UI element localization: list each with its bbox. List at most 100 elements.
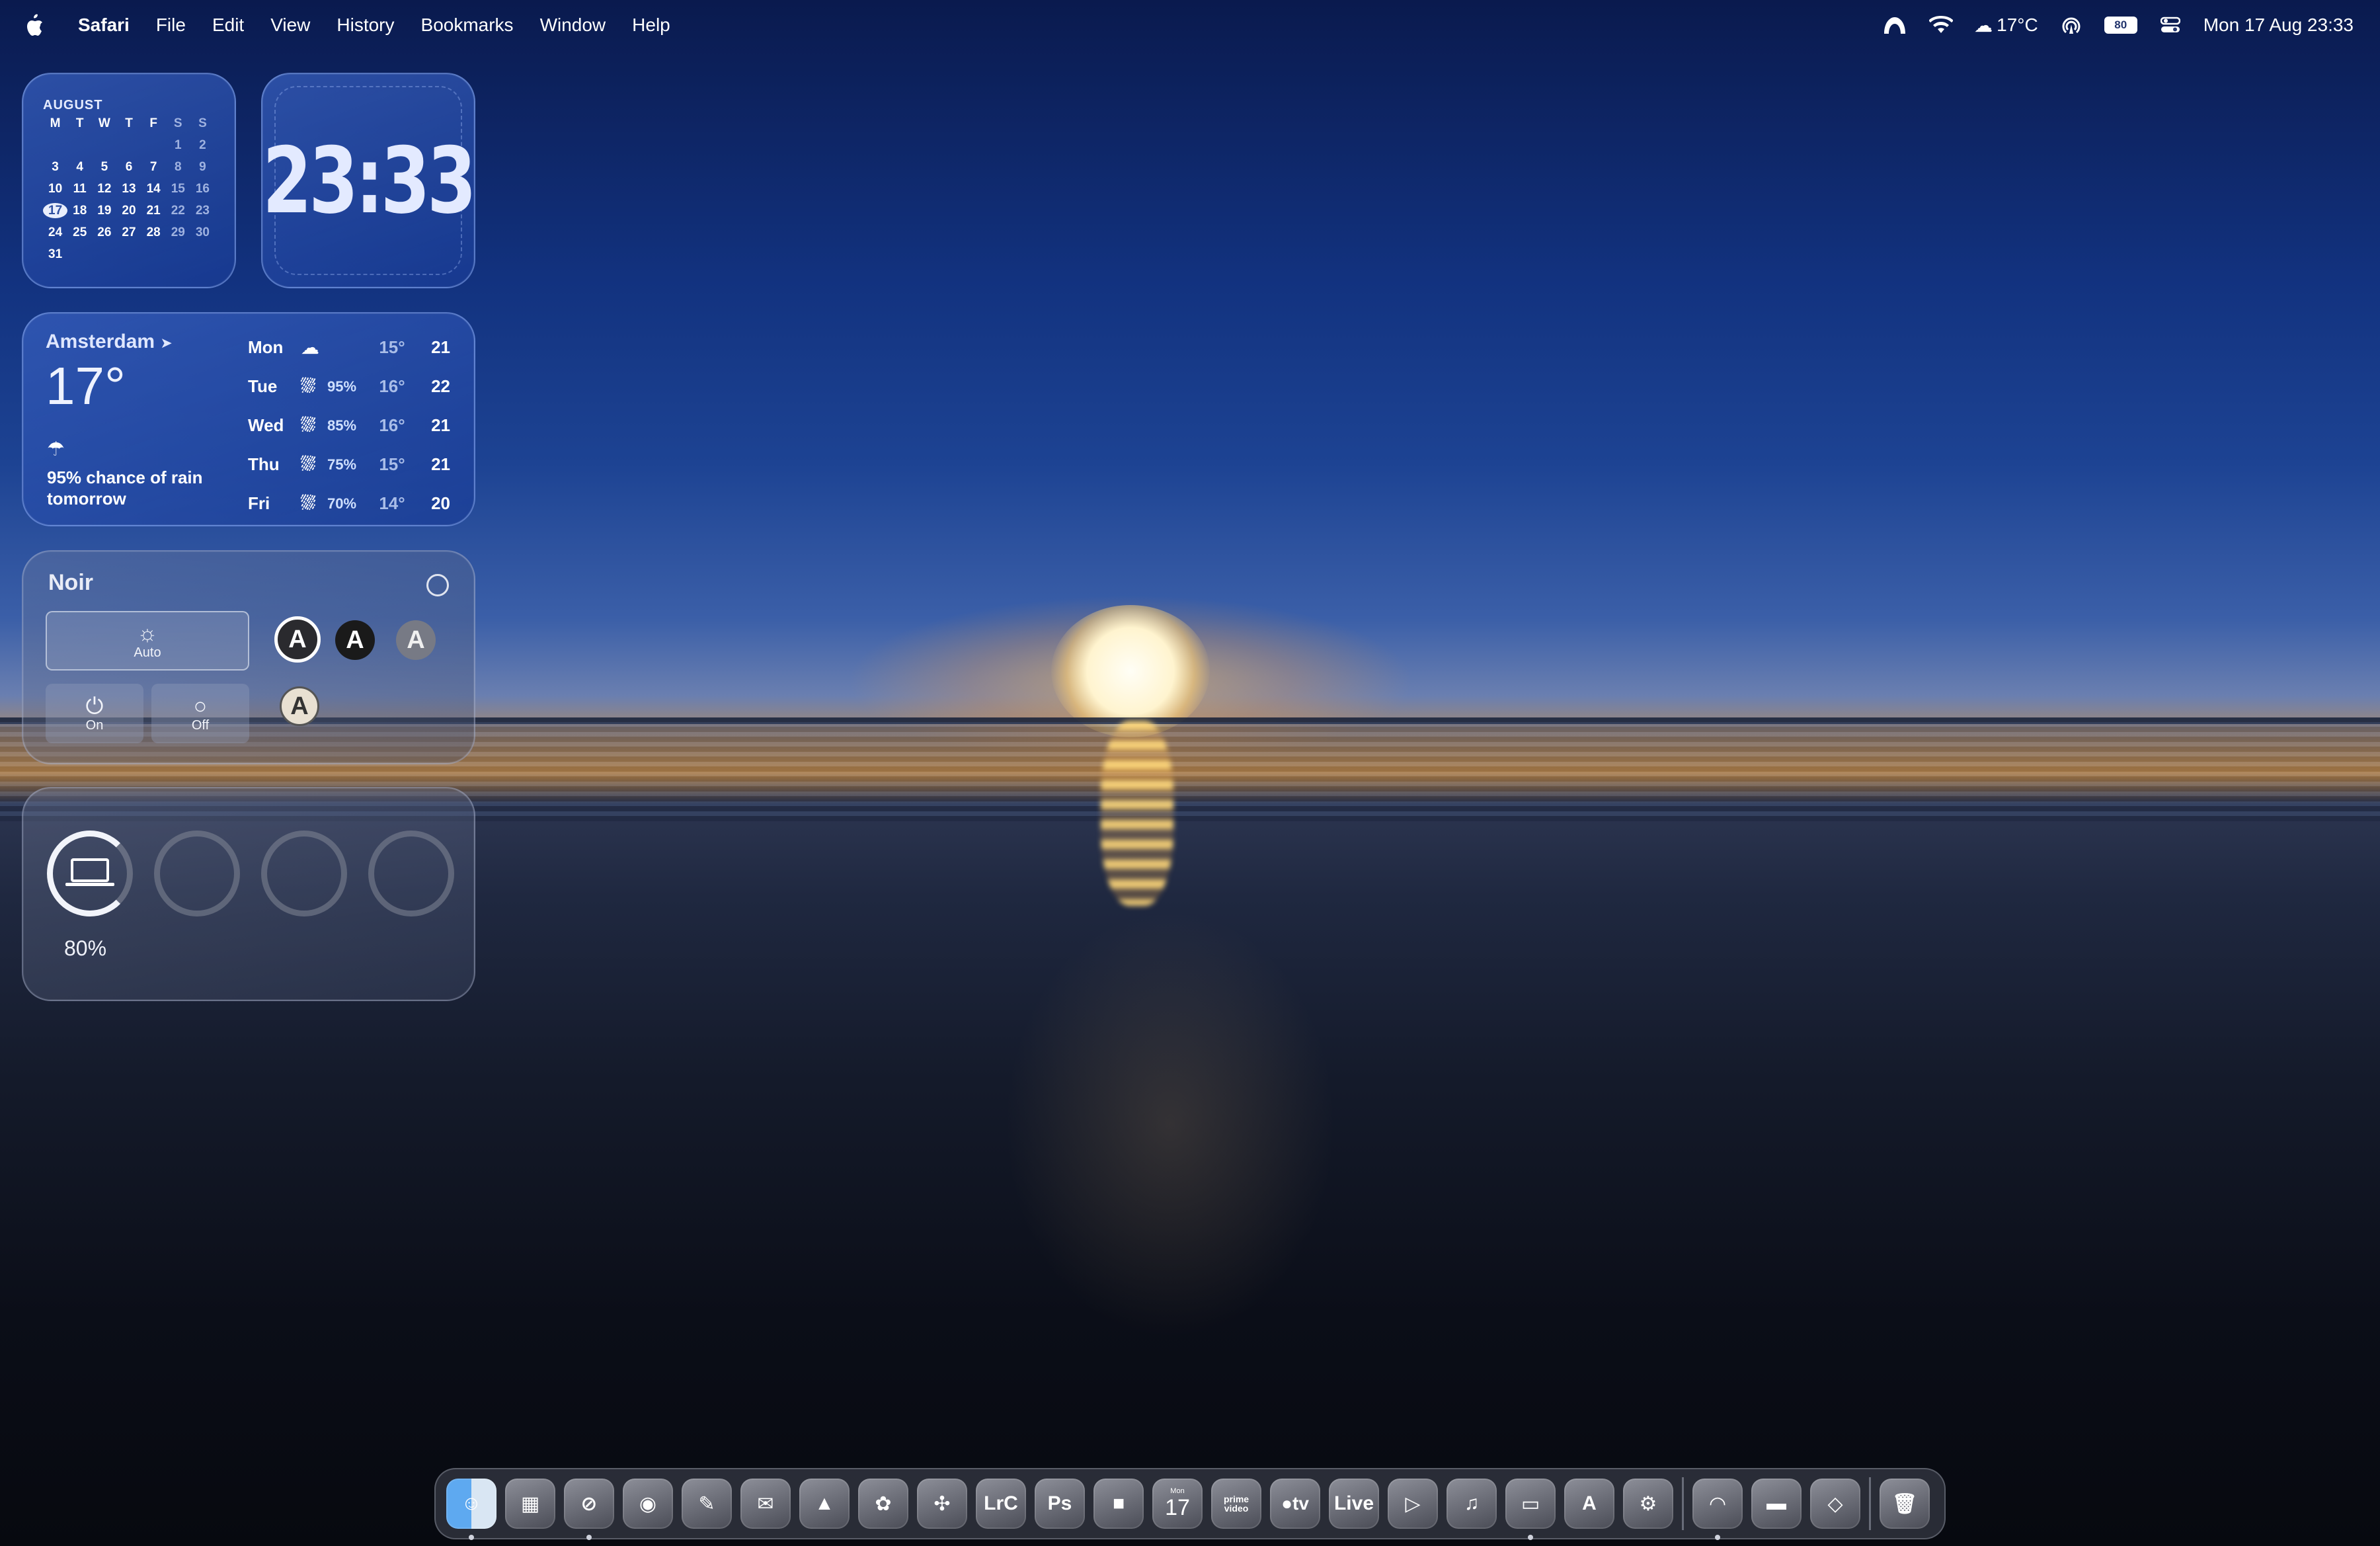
prime-video-icon[interactable]: prime video — [1211, 1479, 1261, 1529]
menu-bookmarks[interactable]: Bookmarks — [421, 15, 514, 36]
calendar-day: 8 — [174, 160, 182, 174]
weather-status[interactable]: ☁ 17°C — [1974, 15, 2038, 36]
calendar-day — [141, 138, 166, 153]
forecast-high: 21 — [431, 454, 450, 474]
facetime-icon[interactable]: ■ — [1093, 1479, 1144, 1529]
infuse-icon[interactable]: ▷ — [1388, 1479, 1438, 1529]
apple-tv-icon[interactable]: ● tv — [1270, 1479, 1320, 1529]
dock-separator — [1869, 1477, 1871, 1530]
screen-icon[interactable]: ▬ — [1751, 1479, 1802, 1529]
menu-window[interactable]: Window — [540, 15, 606, 36]
rain-cloud-icon: ⛆ — [301, 454, 316, 474]
dock-separator — [1682, 1477, 1684, 1530]
airdrop-icon[interactable] — [2058, 15, 2084, 35]
status-bar: ☁ 17°C 80 Mon 17 Aug 23:33 — [1882, 0, 2354, 50]
vpn-app-icon[interactable]: ◠ — [1692, 1479, 1743, 1540]
fan-icon[interactable]: ✣ — [917, 1479, 967, 1529]
menubar-clock[interactable]: Mon 17 Aug 23:33 — [2203, 15, 2354, 36]
forecast-row: Fri ⛆ 70% 14° 20 — [248, 484, 466, 523]
calendar-day: 29 — [171, 225, 185, 239]
battery-ring-empty — [261, 831, 347, 916]
wifi-icon[interactable] — [1928, 15, 1954, 35]
apple-small-icon: ● — [1281, 1493, 1292, 1514]
safari-icon[interactable]: ⊘ — [564, 1479, 614, 1540]
forecast-high: 21 — [431, 337, 450, 357]
calendar-day: 4 — [76, 160, 83, 174]
menu-history[interactable]: History — [337, 15, 394, 36]
noir-on-button[interactable]: ⏻ On — [46, 684, 143, 743]
noir-app-icon-dark[interactable]: A — [335, 620, 375, 660]
calendar-day: 13 — [122, 182, 136, 196]
music-icon[interactable]: ♫ — [1447, 1479, 1497, 1529]
menu-file[interactable]: File — [156, 15, 186, 36]
forecast-row: Wed ⛆ 85% 16° 21 — [248, 406, 466, 445]
battery-ring-empty — [368, 831, 454, 916]
system-settings-icon[interactable]: ⚙ — [1623, 1479, 1673, 1529]
weather-forecast: Mon ☁ 15° 21 Tue ⛆ 95% 16° 22 Wed ⛆ 85% 16° 21 Thu ⛆… — [248, 328, 466, 523]
auto-sun-icon: ☼ — [137, 620, 158, 646]
calendar-day: 6 — [125, 160, 133, 174]
rain-cloud-icon: ⛆ — [301, 493, 316, 513]
weather-widget[interactable]: Amsterdam ➤ 17° ☂ 95% chance of rain tom… — [22, 312, 475, 526]
chrome-icon[interactable]: ◉ — [623, 1479, 673, 1529]
control-center-icon[interactable] — [2157, 15, 2184, 35]
calendar-day: 15 — [171, 182, 185, 196]
live-icon[interactable]: Live — [1329, 1479, 1379, 1529]
calendar-day — [43, 138, 67, 153]
calendar-day: 24 — [48, 225, 63, 239]
cloud-icon: ☁ — [1974, 15, 1993, 36]
menu-help[interactable]: Help — [632, 15, 670, 36]
clock-widget[interactable]: 23:33 — [261, 73, 477, 288]
umbrella-icon: ☂ — [47, 438, 65, 460]
lightroom-icon[interactable]: LrC — [976, 1479, 1026, 1529]
calendar-day: 3 — [52, 160, 59, 174]
forecast-row: Thu ⛆ 75% 15° 21 — [248, 445, 466, 484]
calendar-day: 28 — [146, 225, 161, 239]
menu-view[interactable]: View — [270, 15, 310, 36]
calendar-app-icon[interactable]: Mon 17 — [1152, 1479, 1203, 1529]
network-icon[interactable]: ◇ — [1810, 1479, 1860, 1529]
menu-edit[interactable]: Edit — [212, 15, 244, 36]
trash-icon[interactable]: 🗑 — [1880, 1479, 1930, 1529]
calendar-day: 27 — [122, 225, 136, 239]
vpn-icon[interactable] — [1882, 15, 1908, 35]
noir-auto-button[interactable]: ☼ Auto — [46, 611, 249, 671]
clock-time: 23:33 — [262, 127, 477, 234]
forecast-day: Mon — [248, 337, 284, 357]
calendar-day: 7 — [149, 160, 157, 174]
noir-app-icon-gray[interactable]: A — [396, 620, 436, 660]
forecast-row: Mon ☁ 15° 21 — [248, 328, 466, 367]
calendar-grid: M T W T F S S 1 2 3 4 5 6 7 8 9 10 11 12 13 14 15 16 17 18 19 20 21… — [43, 116, 215, 262]
finder-icon[interactable]: ☺ — [446, 1479, 496, 1540]
calendar-month: AUGUST — [43, 98, 103, 112]
dock: ☺ ▦ ⊘ ◉ ✎ ✉ ▲ ✿ ✣ LrC Ps ■ Mon 17 prime … — [434, 1468, 1946, 1540]
mail-icon[interactable]: ✉ — [740, 1479, 791, 1529]
laptop-icon — [65, 858, 114, 886]
noir-app-icon-light[interactable]: A — [280, 686, 319, 726]
moon-icon[interactable] — [426, 574, 449, 596]
forecast-row: Tue ⛆ 95% 16° 22 — [248, 367, 466, 406]
photoshop-icon[interactable]: Ps — [1035, 1479, 1085, 1529]
location-arrow-icon: ➤ — [160, 335, 173, 351]
app-store-icon[interactable]: A — [1564, 1479, 1614, 1529]
apple-logo-icon[interactable] — [24, 14, 44, 36]
calendar-weekday: W — [98, 116, 110, 130]
forecast-precip: 85% — [327, 417, 357, 434]
batteries-widget[interactable]: 80% — [22, 787, 475, 1001]
wet-sand-shine — [992, 893, 1349, 1356]
weather-status-temp: 17°C — [1997, 15, 2038, 35]
forecast-low: 16° — [379, 415, 405, 435]
photos-icon[interactable]: ✿ — [858, 1479, 908, 1529]
battery-icon[interactable]: 80 — [2104, 17, 2137, 34]
calendar-weekday: S — [173, 116, 182, 130]
maps-icon[interactable]: ▲ — [799, 1479, 850, 1529]
battery-ring-empty — [154, 831, 240, 916]
forecast-day: Thu — [248, 454, 280, 474]
calendar-widget[interactable]: AUGUST M T W T F S S 1 2 3 4 5 6 7 8 9 10 11 12 13 14 15 16 17 1… — [22, 73, 236, 288]
menu-app-name[interactable]: Safari — [78, 15, 130, 36]
preview-icon[interactable]: ▭ — [1505, 1479, 1556, 1540]
noir-off-button[interactable]: ○ Off — [151, 684, 249, 743]
launchpad-icon[interactable]: ▦ — [505, 1479, 555, 1529]
scripts-icon[interactable]: ✎ — [682, 1479, 732, 1529]
noir-app-icon-selected[interactable]: A — [274, 616, 321, 663]
